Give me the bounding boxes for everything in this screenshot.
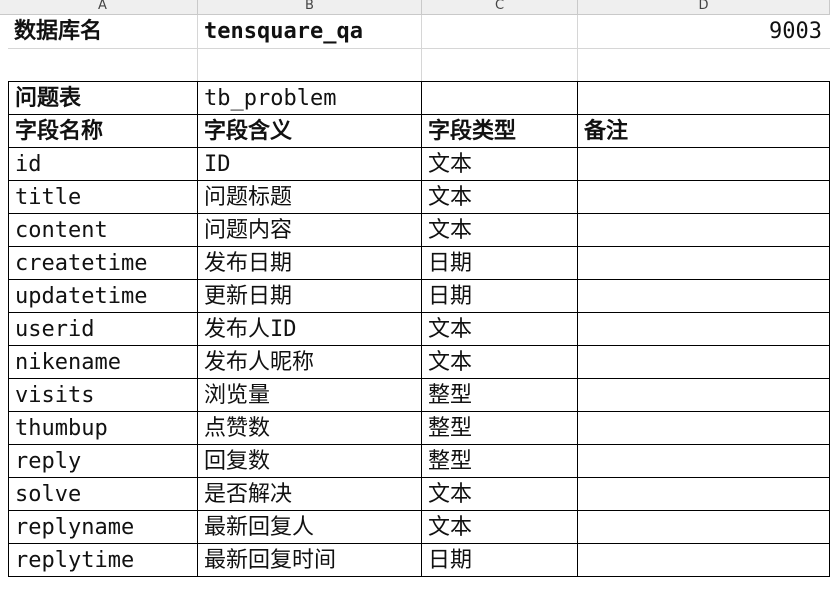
blank-cell-c[interactable] (422, 49, 578, 81)
table-name-empty-d[interactable] (578, 82, 830, 114)
meaning-cell[interactable]: 更新日期 (198, 280, 422, 312)
table-row: replyname 最新回复人 文本 (8, 510, 830, 543)
meaning-cell[interactable]: 问题标题 (198, 181, 422, 213)
type-cell[interactable]: 日期 (422, 544, 578, 576)
table-row: userid 发布人ID 文本 (8, 312, 830, 345)
note-cell[interactable] (578, 280, 830, 312)
type-cell[interactable]: 文本 (422, 313, 578, 345)
column-header-bar: A B C D (0, 0, 830, 15)
type-cell[interactable]: 整型 (422, 412, 578, 444)
field-cell[interactable]: id (8, 148, 198, 180)
table-name-row: 问题表 tb_problem (8, 81, 830, 114)
field-cell[interactable]: visits (8, 379, 198, 411)
column-header-b[interactable]: B (198, 0, 422, 14)
field-cell[interactable]: solve (8, 478, 198, 510)
db-row: 数据库名 tensquare_qa 9003 (8, 15, 830, 49)
field-cell[interactable]: replytime (8, 544, 198, 576)
meaning-cell[interactable]: 最新回复时间 (198, 544, 422, 576)
type-cell[interactable]: 日期 (422, 280, 578, 312)
db-name-cell[interactable]: tensquare_qa (198, 15, 422, 48)
header-field[interactable]: 字段名称 (8, 115, 198, 147)
meaning-cell[interactable]: ID (198, 148, 422, 180)
note-cell[interactable] (578, 445, 830, 477)
table-row: content 问题内容 文本 (8, 213, 830, 246)
note-cell[interactable] (578, 313, 830, 345)
field-cell[interactable]: reply (8, 445, 198, 477)
header-row: 字段名称 字段含义 字段类型 备注 (8, 114, 830, 147)
note-cell[interactable] (578, 511, 830, 543)
note-cell[interactable] (578, 412, 830, 444)
header-type[interactable]: 字段类型 (422, 115, 578, 147)
blank-cell-d[interactable] (578, 49, 830, 81)
table-row: reply 回复数 整型 (8, 444, 830, 477)
meaning-cell[interactable]: 浏览量 (198, 379, 422, 411)
note-cell[interactable] (578, 247, 830, 279)
meaning-cell[interactable]: 问题内容 (198, 214, 422, 246)
column-header-d[interactable]: D (578, 0, 830, 14)
table-row: thumbup 点赞数 整型 (8, 411, 830, 444)
table-row: replytime 最新回复时间 日期 (8, 543, 830, 577)
meaning-cell[interactable]: 发布人ID (198, 313, 422, 345)
field-cell[interactable]: thumbup (8, 412, 198, 444)
field-cell[interactable]: createtime (8, 247, 198, 279)
table-row: nikename 发布人昵称 文本 (8, 345, 830, 378)
header-meaning[interactable]: 字段含义 (198, 115, 422, 147)
field-cell[interactable]: replyname (8, 511, 198, 543)
type-cell[interactable]: 文本 (422, 181, 578, 213)
type-cell[interactable]: 整型 (422, 445, 578, 477)
note-cell[interactable] (578, 379, 830, 411)
type-cell[interactable]: 日期 (422, 247, 578, 279)
type-cell[interactable]: 文本 (422, 346, 578, 378)
table-row: solve 是否解决 文本 (8, 477, 830, 510)
table-name-empty-c[interactable] (422, 82, 578, 114)
table-row: updatetime 更新日期 日期 (8, 279, 830, 312)
meaning-cell[interactable]: 发布人昵称 (198, 346, 422, 378)
field-cell[interactable]: title (8, 181, 198, 213)
meaning-cell[interactable]: 回复数 (198, 445, 422, 477)
type-cell[interactable]: 文本 (422, 511, 578, 543)
note-cell[interactable] (578, 181, 830, 213)
type-cell[interactable]: 整型 (422, 379, 578, 411)
note-cell[interactable] (578, 148, 830, 180)
table-label-cell[interactable]: 问题表 (8, 82, 198, 114)
blank-cell-a[interactable] (8, 49, 198, 81)
type-cell[interactable]: 文本 (422, 148, 578, 180)
column-header-a[interactable]: A (8, 0, 198, 14)
table-row: visits 浏览量 整型 (8, 378, 830, 411)
db-label-cell[interactable]: 数据库名 (8, 15, 198, 48)
field-cell[interactable]: updatetime (8, 280, 198, 312)
header-note[interactable]: 备注 (578, 115, 830, 147)
table-name-cell[interactable]: tb_problem (198, 82, 422, 114)
blank-cell-b[interactable] (198, 49, 422, 81)
db-port-cell[interactable]: 9003 (578, 15, 830, 48)
db-empty-cell[interactable] (422, 15, 578, 48)
note-cell[interactable] (578, 478, 830, 510)
blank-row (8, 49, 830, 81)
field-cell[interactable]: userid (8, 313, 198, 345)
table-row: id ID 文本 (8, 147, 830, 180)
field-cell[interactable]: nikename (8, 346, 198, 378)
note-cell[interactable] (578, 346, 830, 378)
type-cell[interactable]: 文本 (422, 214, 578, 246)
meaning-cell[interactable]: 是否解决 (198, 478, 422, 510)
meaning-cell[interactable]: 最新回复人 (198, 511, 422, 543)
meaning-cell[interactable]: 发布日期 (198, 247, 422, 279)
note-cell[interactable] (578, 214, 830, 246)
column-header-c[interactable]: C (422, 0, 578, 14)
note-cell[interactable] (578, 544, 830, 576)
table-row: title 问题标题 文本 (8, 180, 830, 213)
meaning-cell[interactable]: 点赞数 (198, 412, 422, 444)
type-cell[interactable]: 文本 (422, 478, 578, 510)
field-cell[interactable]: content (8, 214, 198, 246)
table-row: createtime 发布日期 日期 (8, 246, 830, 279)
